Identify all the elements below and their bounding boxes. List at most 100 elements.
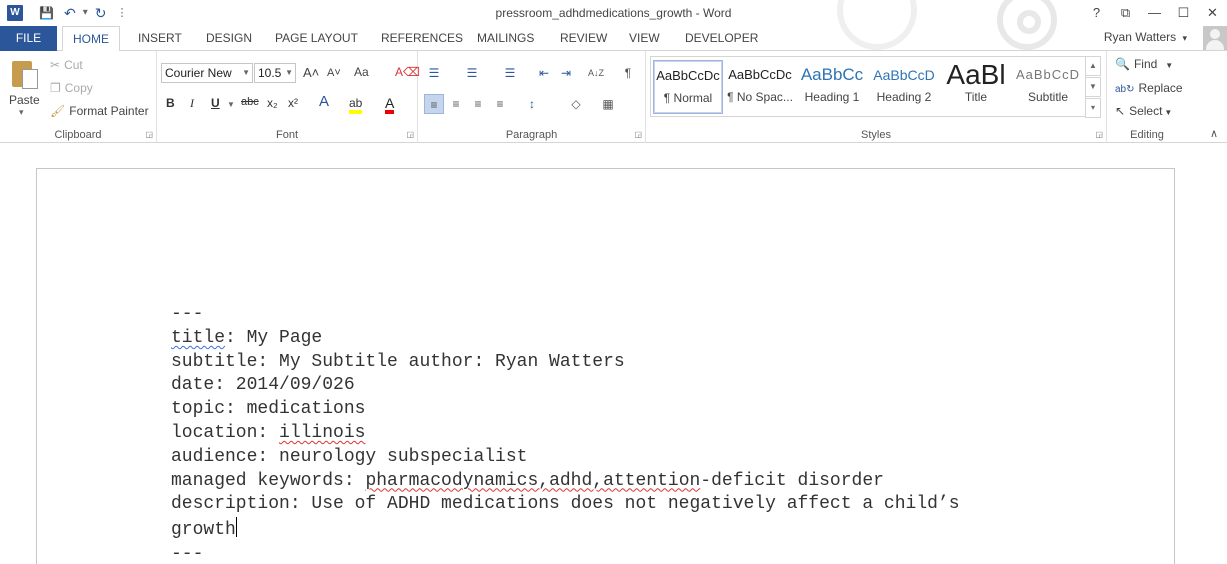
- avatar[interactable]: [1203, 26, 1227, 50]
- style-name: ¶ Normal: [663, 91, 713, 105]
- shading-icon[interactable]: ◇: [566, 94, 586, 114]
- ribbon-tabs: FILE HOME INSERT DESIGN PAGE LAYOUT REFE…: [0, 26, 1227, 52]
- font-launcher-icon[interactable]: ◲: [406, 130, 414, 139]
- tab-developer[interactable]: DEVELOPER: [675, 26, 768, 51]
- increase-indent-icon[interactable]: ⇥: [556, 63, 576, 83]
- style-normal[interactable]: AaBbCcDc ¶ Normal: [653, 60, 723, 114]
- multilevel-list-icon[interactable]: ☰: [500, 63, 520, 83]
- maximize-icon[interactable]: ☐: [1169, 0, 1198, 26]
- customize-qat-icon[interactable]: ⋮: [113, 3, 130, 23]
- tab-file[interactable]: FILE: [0, 26, 57, 51]
- underline-button[interactable]: U: [211, 96, 220, 110]
- font-group: Courier New ▼ 10.5 ▼ A˄ A˅ Aa A⌫ B I U ▼ a…: [157, 51, 420, 143]
- style-no-spacing[interactable]: AaBbCcDc ¶ No Spac...: [725, 60, 795, 114]
- style-name: Title: [964, 90, 988, 104]
- document-body[interactable]: --- title: My Page subtitle: My Subtitle a…: [171, 303, 960, 564]
- select-button[interactable]: ↖ Select ▼: [1115, 104, 1172, 118]
- font-color-icon[interactable]: A: [385, 96, 395, 114]
- ribbon-display-options-icon[interactable]: ⧉: [1111, 0, 1140, 26]
- tab-home[interactable]: HOME: [62, 26, 120, 52]
- subscript-button[interactable]: x₂: [267, 96, 278, 110]
- decrease-indent-icon[interactable]: ⇤: [534, 63, 554, 83]
- replace-button[interactable]: ab↻ Replace: [1115, 81, 1183, 95]
- superscript-button[interactable]: x²: [288, 96, 298, 110]
- styles-scroll-down-icon[interactable]: ▼: [1085, 77, 1101, 97]
- style-heading-2[interactable]: AaBbCcD Heading 2: [869, 60, 939, 114]
- paragraph-launcher-icon[interactable]: ◲: [634, 130, 642, 139]
- tab-references[interactable]: REFERENCES: [371, 26, 473, 51]
- justify-icon[interactable]: ≡: [490, 94, 510, 114]
- tab-insert[interactable]: INSERT: [128, 26, 192, 51]
- chevron-down-icon: ▾: [1182, 33, 1187, 43]
- copy-button[interactable]: ❐ Copy: [50, 81, 93, 95]
- styles-more-icon[interactable]: ▾: [1085, 98, 1101, 118]
- document-line[interactable]: subtitle: My Subtitle author: Ryan Watte…: [171, 351, 960, 375]
- tab-view[interactable]: VIEW: [619, 26, 670, 51]
- chevron-down-icon[interactable]: ▼: [227, 100, 235, 109]
- document-line[interactable]: description: Use of ADHD medications doe…: [171, 493, 960, 517]
- spellcheck-flagged-text: illinois: [279, 422, 366, 443]
- document-line[interactable]: ---: [171, 543, 960, 564]
- document-line[interactable]: topic: medications: [171, 398, 960, 422]
- word-logo-icon[interactable]: W: [7, 5, 23, 21]
- tab-design[interactable]: DESIGN: [196, 26, 262, 51]
- italic-button[interactable]: I: [190, 96, 194, 111]
- numbering-icon[interactable]: ☰: [462, 63, 482, 83]
- grow-font-button[interactable]: A˄: [303, 65, 319, 80]
- document-line[interactable]: audience: neurology subspecialist: [171, 446, 960, 470]
- document-line[interactable]: location: illinois: [171, 422, 960, 446]
- minimize-icon[interactable]: —: [1140, 0, 1169, 26]
- align-right-icon[interactable]: ≡: [468, 94, 488, 114]
- style-subtitle[interactable]: AaBbCcD Subtitle: [1013, 60, 1083, 114]
- save-icon[interactable]: 💾: [36, 3, 57, 23]
- close-icon[interactable]: ✕: [1198, 0, 1227, 26]
- user-name: Ryan Watters: [1103, 30, 1177, 44]
- tab-page-layout[interactable]: PAGE LAYOUT: [265, 26, 368, 51]
- styles-launcher-icon[interactable]: ◲: [1095, 130, 1103, 139]
- paste-button[interactable]: Paste: [9, 93, 40, 107]
- change-case-button[interactable]: Aa: [354, 65, 369, 79]
- text-effects-icon[interactable]: A: [319, 93, 329, 110]
- highlight-icon[interactable]: ab: [349, 96, 363, 114]
- borders-icon[interactable]: ▦: [598, 94, 618, 114]
- font-name-field[interactable]: Courier New ▼: [161, 63, 253, 83]
- chevron-down-icon: ▼: [242, 68, 250, 77]
- paintbrush-icon: 🖌: [50, 104, 66, 118]
- show-formatting-marks-icon[interactable]: ¶: [618, 63, 638, 83]
- find-button[interactable]: 🔍 Find ▼: [1115, 57, 1173, 71]
- paste-dropdown-icon[interactable]: ▾: [19, 107, 24, 118]
- format-painter-button[interactable]: 🖌 Format Painter: [50, 104, 149, 118]
- sort-icon[interactable]: A↓Z: [586, 63, 606, 83]
- strikethrough-button[interactable]: abc: [241, 96, 259, 108]
- paste-icon[interactable]: [10, 57, 40, 91]
- undo-icon[interactable]: ↶: [61, 3, 79, 23]
- style-heading-1[interactable]: AaBbCc Heading 1: [797, 60, 867, 114]
- bullets-icon[interactable]: ☰: [424, 63, 444, 83]
- line-spacing-icon[interactable]: ↕: [522, 94, 542, 114]
- document-line[interactable]: managed keywords: pharmacodynamics,adhd,…: [171, 470, 960, 494]
- style-title[interactable]: AaBl Title: [941, 60, 1011, 114]
- document-line[interactable]: growth: [171, 517, 960, 543]
- binoculars-icon: 🔍: [1115, 57, 1130, 71]
- font-size-field[interactable]: 10.5 ▼: [254, 63, 296, 83]
- align-center-icon[interactable]: ≡: [446, 94, 466, 114]
- collapse-ribbon-icon[interactable]: ∧: [1210, 127, 1218, 140]
- user-account[interactable]: Ryan Watters ▾: [1104, 30, 1187, 44]
- help-icon[interactable]: ?: [1082, 0, 1111, 26]
- styles-scroll-up-icon[interactable]: ▲: [1085, 56, 1101, 76]
- undo-dropdown-icon[interactable]: ▾: [83, 3, 88, 23]
- tab-review[interactable]: REVIEW: [550, 26, 617, 51]
- align-left-icon[interactable]: ≡: [424, 94, 444, 114]
- tab-mailings[interactable]: MAILINGS: [467, 26, 544, 51]
- clear-formatting-icon[interactable]: A⌫: [395, 65, 420, 79]
- document-line[interactable]: title: My Page: [171, 327, 960, 351]
- document-line[interactable]: ---: [171, 303, 960, 327]
- bold-button[interactable]: B: [166, 96, 175, 110]
- document-line[interactable]: date: 2014/09/026: [171, 374, 960, 398]
- shrink-font-button[interactable]: A˅: [327, 67, 341, 79]
- redo-icon[interactable]: ↻: [92, 3, 110, 23]
- clipboard-launcher-icon[interactable]: ◲: [145, 130, 153, 139]
- spellcheck-flagged-text: title: [171, 327, 226, 348]
- cut-button[interactable]: ✂ Cut: [50, 58, 83, 72]
- document-page[interactable]: --- title: My Page subtitle: My Subtitle a…: [36, 168, 1175, 564]
